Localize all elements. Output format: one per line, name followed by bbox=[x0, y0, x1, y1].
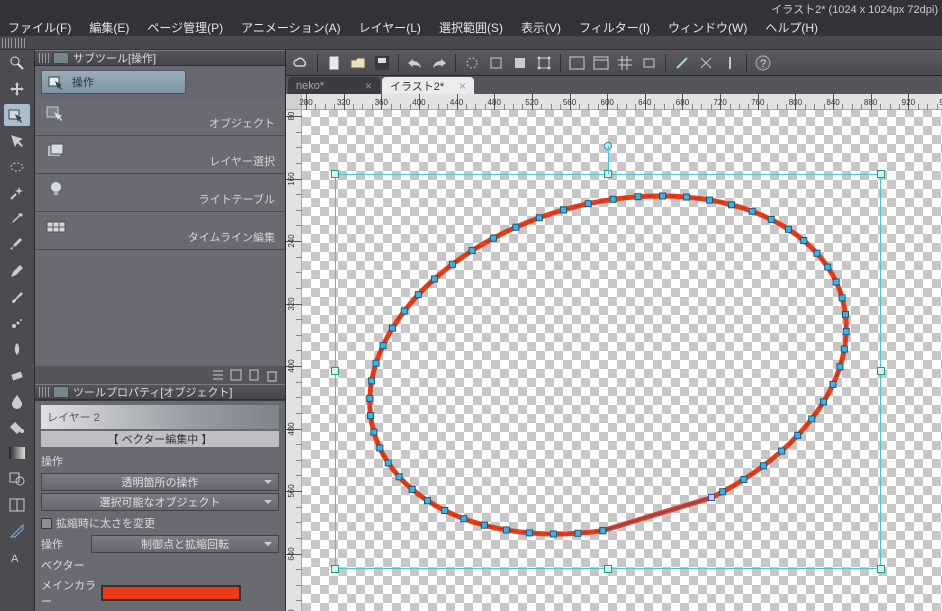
menubar: ファイル(F) 編集(E) ページ管理(P) アニメーション(A) レイヤー(L… bbox=[0, 18, 942, 36]
subtool-timeline[interactable]: タイムライン編集 bbox=[35, 212, 285, 250]
layerselect-icon bbox=[46, 142, 66, 160]
tool-brush[interactable] bbox=[4, 286, 30, 308]
tool-gradient[interactable] bbox=[4, 442, 30, 464]
lightbulb-icon bbox=[47, 180, 65, 198]
menu-options-icon[interactable] bbox=[229, 368, 243, 382]
tool-marquee[interactable] bbox=[4, 156, 30, 178]
chk-scale-thickness[interactable] bbox=[41, 518, 52, 529]
menu-view[interactable]: 表示(V) bbox=[521, 19, 561, 36]
tool-ruler[interactable] bbox=[4, 520, 30, 542]
subtool-object[interactable]: オブジェクト bbox=[35, 98, 285, 136]
tool-operation[interactable] bbox=[4, 104, 30, 126]
tool-layermove[interactable] bbox=[4, 130, 30, 152]
erase-icon[interactable] bbox=[461, 53, 483, 73]
snap-grid-icon[interactable] bbox=[719, 53, 741, 73]
subtool-layerselect[interactable]: レイヤー選択 bbox=[35, 136, 285, 174]
tool-blend[interactable] bbox=[4, 390, 30, 412]
save-icon[interactable] bbox=[371, 53, 393, 73]
op2-label: 操作 bbox=[41, 536, 87, 552]
snap-special-icon[interactable] bbox=[695, 53, 717, 73]
transform-icon[interactable] bbox=[533, 53, 555, 73]
undo-icon[interactable] bbox=[404, 53, 426, 73]
subtool-panel-header: サブツール[操作] bbox=[35, 50, 285, 66]
tool-fill[interactable] bbox=[4, 416, 30, 438]
tool-wand[interactable] bbox=[4, 182, 30, 204]
trash-icon[interactable] bbox=[265, 368, 279, 382]
help-icon[interactable]: ? bbox=[752, 53, 774, 73]
tool-eraser[interactable] bbox=[4, 364, 30, 386]
chk-scale-thickness-label: 拡縮時に太さを変更 bbox=[56, 515, 155, 531]
panel-tabicon[interactable] bbox=[53, 52, 69, 64]
tab-close-icon[interactable]: × bbox=[365, 79, 372, 93]
clear-icon[interactable] bbox=[485, 53, 507, 73]
vector-section-label: ベクター bbox=[35, 555, 285, 575]
menu-layer[interactable]: レイヤー(L) bbox=[359, 19, 421, 36]
maincolor-swatch[interactable] bbox=[101, 585, 241, 601]
fill-sel-icon[interactable] bbox=[509, 53, 531, 73]
horizontal-ruler: 2803203604004404805205606006406807207608… bbox=[302, 94, 942, 110]
menu-filter[interactable]: フィルター(I) bbox=[579, 19, 650, 36]
svg-text:?: ? bbox=[760, 58, 766, 70]
tab-close-icon[interactable]: × bbox=[459, 79, 466, 93]
grip-icon bbox=[2, 38, 12, 48]
open-file-icon[interactable] bbox=[347, 53, 369, 73]
panel-tabicon[interactable] bbox=[53, 386, 69, 398]
tool-pen[interactable] bbox=[4, 234, 30, 256]
canvas-tabbar: neko*× イラスト2*× bbox=[286, 76, 942, 94]
toolproperty-header: ツールプロパティ[オブジェクト] bbox=[35, 384, 285, 400]
window-title: イラスト2* (1024 x 1024px 72dpi) bbox=[771, 1, 938, 17]
grip-icon bbox=[15, 38, 25, 48]
menu-list-icon[interactable] bbox=[211, 368, 225, 382]
menu-file[interactable]: ファイル(F) bbox=[8, 19, 71, 36]
vector-editing-badge: 【 ベクター編集中 】 bbox=[41, 431, 279, 447]
operation-icon bbox=[48, 74, 66, 90]
tool-zoom[interactable] bbox=[4, 52, 30, 74]
op-section-label: 操作 bbox=[35, 451, 285, 471]
canvas-grid-icon[interactable] bbox=[614, 53, 636, 73]
subtool-lighttable[interactable]: ライトテーブル bbox=[35, 174, 285, 212]
vertical-ruler: 80160240320400480560640720 bbox=[286, 110, 302, 611]
tool-eyedropper[interactable] bbox=[4, 208, 30, 230]
new-file-icon[interactable] bbox=[323, 53, 345, 73]
tool-pencil[interactable] bbox=[4, 260, 30, 282]
tool-deco[interactable] bbox=[4, 338, 30, 360]
qa-cloud-icon[interactable] bbox=[290, 53, 312, 73]
timeline-icon bbox=[46, 220, 66, 234]
menu-window[interactable]: ウィンドウ(W) bbox=[668, 19, 747, 36]
snap-ruler-icon[interactable] bbox=[671, 53, 693, 73]
canvas[interactable]: 2803203604004404805205606006406807207608… bbox=[286, 94, 942, 611]
redo-icon[interactable] bbox=[428, 53, 450, 73]
new-icon[interactable] bbox=[247, 368, 261, 382]
layer-caption: レイヤー 2 bbox=[41, 405, 279, 429]
snap-toggle-icon[interactable] bbox=[638, 53, 660, 73]
svg-text:A: A bbox=[11, 553, 19, 564]
drop-ctrlpt-scale-rotate[interactable]: 制御点と拡縮回転 bbox=[91, 535, 279, 553]
canvas-border-icon[interactable] bbox=[566, 53, 588, 73]
subtool-bottombar bbox=[35, 366, 285, 384]
tool-airbrush[interactable] bbox=[4, 312, 30, 334]
command-toolbar: ? bbox=[286, 50, 942, 76]
subtool-group-selector[interactable]: 操作 bbox=[41, 70, 186, 94]
vector-path[interactable] bbox=[302, 110, 942, 611]
tool-text[interactable]: A bbox=[4, 546, 30, 568]
drop-transparent-op[interactable]: 透明箇所の操作 bbox=[41, 473, 279, 491]
object-icon bbox=[46, 104, 66, 122]
drop-selectable-obj[interactable]: 選択可能なオブジェクト bbox=[41, 493, 279, 511]
tool-frame[interactable] bbox=[4, 494, 30, 516]
menu-help[interactable]: ヘルプ(H) bbox=[765, 19, 818, 36]
toolbox: A bbox=[0, 50, 35, 611]
tool-move[interactable] bbox=[4, 78, 30, 100]
tab-neko[interactable]: neko*× bbox=[288, 77, 380, 94]
menu-anim[interactable]: アニメーション(A) bbox=[241, 19, 341, 36]
tab-illust2[interactable]: イラスト2*× bbox=[382, 77, 474, 94]
menu-page[interactable]: ページ管理(P) bbox=[147, 19, 223, 36]
tool-figure[interactable] bbox=[4, 468, 30, 490]
menu-edit[interactable]: 編集(E) bbox=[89, 19, 129, 36]
canvas-ruler-icon[interactable] bbox=[590, 53, 612, 73]
maincolor-label: メインカラー bbox=[41, 577, 97, 609]
menu-select[interactable]: 選択範囲(S) bbox=[439, 19, 503, 36]
